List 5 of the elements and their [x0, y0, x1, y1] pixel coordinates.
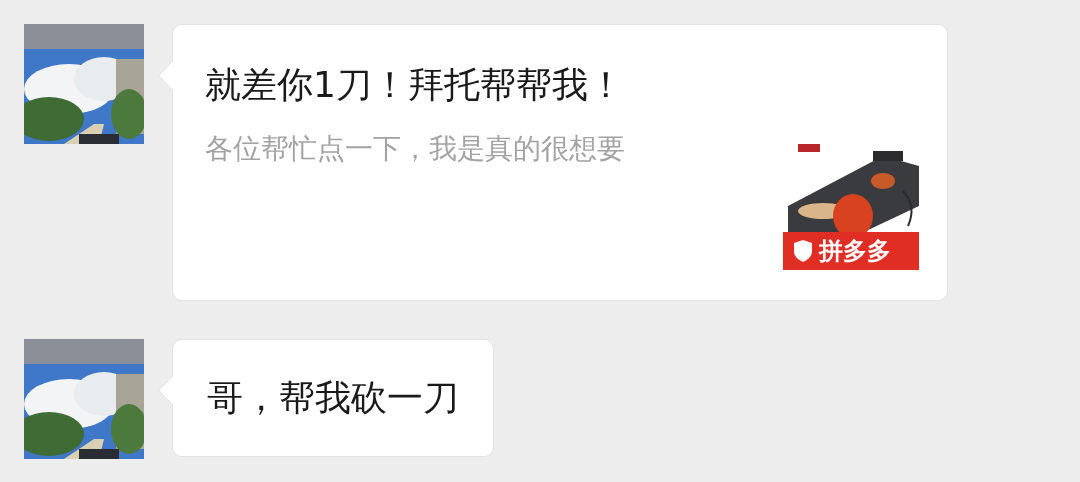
badge-label: 拼多多 [819, 236, 891, 268]
shield-icon [793, 239, 813, 264]
message-text: 哥，帮我砍一刀 [207, 375, 459, 420]
card-description: 各位帮忙点一下，我是真的很想要 [205, 131, 625, 168]
card-title: 就差你1刀！拜托帮帮我！ [205, 63, 625, 107]
